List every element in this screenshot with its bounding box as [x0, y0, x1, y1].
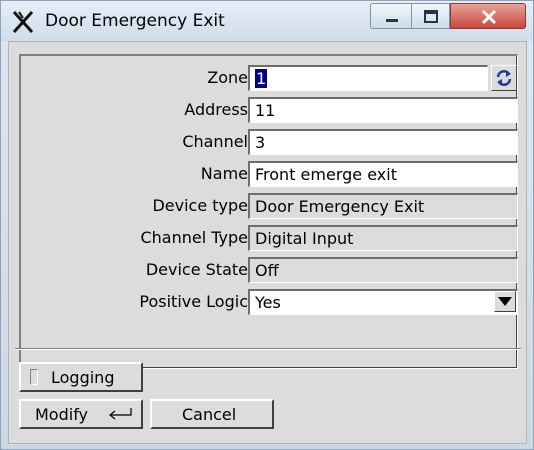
modify-label: Modify — [35, 405, 89, 424]
address-field[interactable]: 11 — [248, 97, 518, 123]
cancel-label: Cancel — [182, 405, 237, 424]
channel-field[interactable]: 3 — [248, 129, 518, 155]
address-row: Address 11 — [21, 96, 518, 124]
minimize-button[interactable] — [370, 3, 412, 29]
device-type-field: Door Emergency Exit — [248, 193, 518, 219]
zone-label: Zone — [207, 68, 248, 87]
modify-button[interactable]: Modify — [19, 399, 143, 429]
positive-logic-label: Positive Logic — [139, 292, 248, 311]
device-state-label: Device State — [145, 260, 248, 279]
channel-type-label: Channel Type — [140, 228, 248, 247]
logging-toggle-button[interactable]: Logging — [19, 362, 143, 392]
logging-checkbox[interactable] — [30, 369, 38, 385]
enter-key-icon — [109, 408, 132, 420]
dialog-content: Zone 1 Address 11 Channel 3 Name Front e… — [8, 41, 527, 444]
close-icon — [481, 9, 497, 25]
zone-row: Zone 1 — [21, 64, 518, 92]
cancel-button[interactable]: Cancel — [150, 399, 274, 429]
window-title: Door Emergency Exit — [45, 11, 225, 31]
name-field[interactable]: Front emerge exit — [248, 161, 518, 187]
properties-group: Zone 1 Address 11 Channel 3 Name Front e… — [19, 54, 518, 369]
app-x-icon — [12, 10, 34, 34]
zone-value: 1 — [255, 69, 268, 88]
positive-logic-row: Positive Logic Yes — [21, 288, 518, 316]
maximize-icon — [424, 10, 438, 23]
channel-row: Channel 3 — [21, 128, 518, 156]
device-state-field: Off — [248, 257, 518, 283]
minimize-icon — [386, 19, 398, 22]
positive-logic-select[interactable]: Yes — [248, 289, 518, 315]
name-label: Name — [200, 164, 248, 183]
logging-label: Logging — [51, 368, 115, 387]
positive-logic-dropdown-button[interactable] — [494, 291, 516, 312]
device-state-row: Device State Off — [21, 256, 518, 284]
chevron-down-icon — [498, 297, 512, 306]
device-type-label: Device type — [152, 196, 248, 215]
refresh-icon — [496, 70, 512, 86]
zone-spinner-button[interactable] — [491, 65, 517, 91]
channel-label: Channel — [182, 132, 248, 151]
separator — [15, 348, 521, 350]
zone-field[interactable]: 1 — [248, 65, 488, 91]
name-row: Name Front emerge exit — [21, 160, 518, 188]
device-type-row: Device type Door Emergency Exit — [21, 192, 518, 220]
channel-type-row: Channel Type Digital Input — [21, 224, 518, 252]
channel-type-field: Digital Input — [248, 225, 518, 251]
dialog-window: Door Emergency Exit Zone 1 Address 11 Ch… — [0, 0, 534, 450]
title-bar[interactable]: Door Emergency Exit — [1, 1, 533, 41]
address-label: Address — [184, 100, 248, 119]
close-button[interactable] — [450, 3, 526, 29]
maximize-button[interactable] — [412, 3, 450, 29]
